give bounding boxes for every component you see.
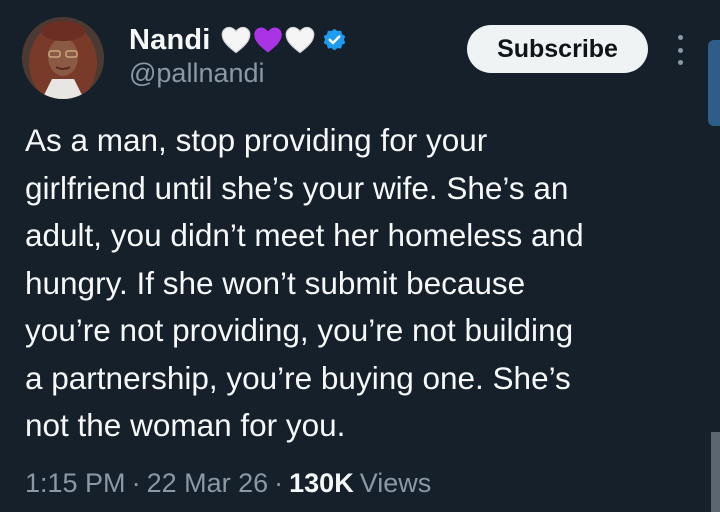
more-dot — [677, 60, 683, 65]
author-handle[interactable]: @pallnandi — [129, 58, 265, 89]
white-heart-icon — [285, 26, 315, 54]
name-badges — [221, 26, 315, 54]
tweet-meta: 1:15 PM · 22 Mar 26 · 130K Views — [25, 468, 431, 499]
more-dot — [677, 35, 683, 40]
more-vertical-icon[interactable] — [670, 35, 690, 65]
tweet-card: Nandi @pallnandi Subscribe As a man, sto… — [0, 0, 720, 512]
views-label: Views — [359, 468, 432, 498]
tweet-text: As a man, stop providing for your girlfr… — [25, 122, 584, 443]
meta-separator: · — [131, 468, 141, 498]
display-name[interactable]: Nandi — [129, 24, 211, 57]
scrollbar-thumb[interactable] — [708, 40, 720, 126]
views-count[interactable]: 130K — [289, 468, 354, 499]
verified-badge-icon[interactable] — [321, 27, 348, 54]
white-heart-icon — [221, 26, 251, 54]
tweet-time[interactable]: 1:15 PM — [25, 468, 126, 499]
purple-heart-icon — [253, 26, 283, 54]
author-name-row: Nandi — [129, 22, 348, 58]
subscribe-button[interactable]: Subscribe — [467, 25, 648, 73]
scrollbar-track[interactable] — [711, 432, 720, 512]
tweet-date[interactable]: 22 Mar 26 — [147, 468, 269, 499]
meta-separator: · — [274, 468, 284, 498]
more-dot — [677, 47, 683, 53]
avatar[interactable] — [22, 17, 104, 99]
